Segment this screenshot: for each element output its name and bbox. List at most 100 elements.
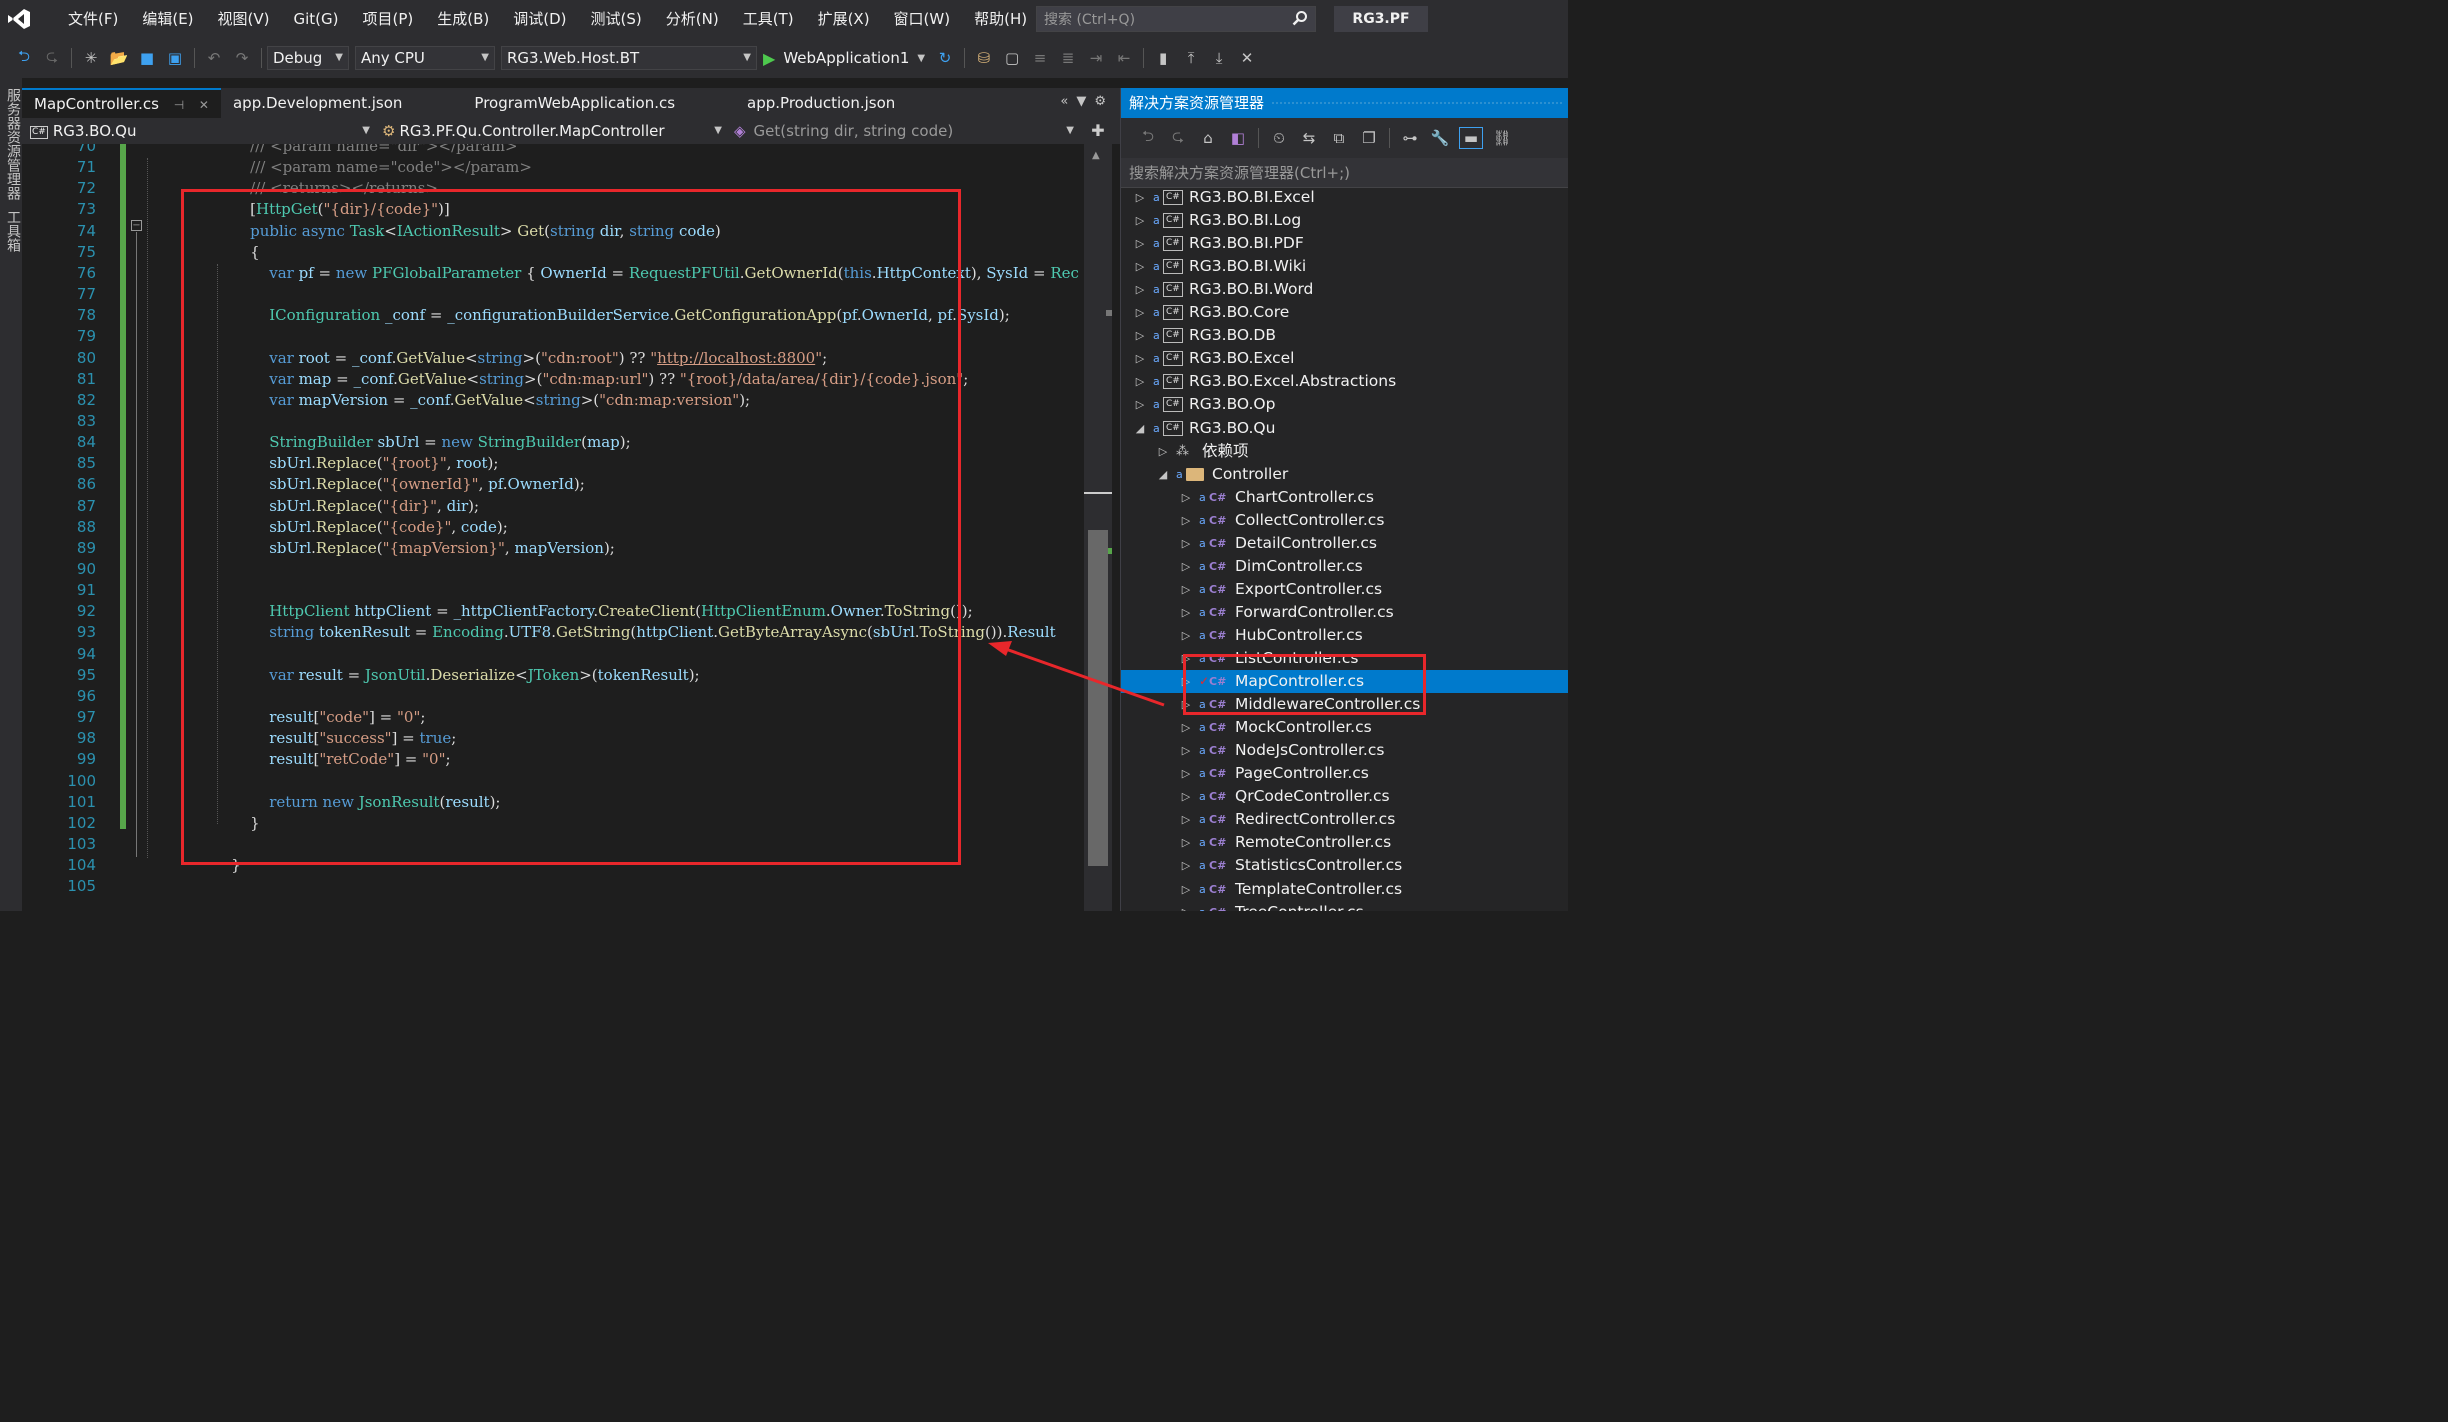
expand-icon[interactable]: ▷ <box>1156 440 1170 463</box>
tree-item-file[interactable]: ▷ a C# ListController.cs <box>1121 647 1568 670</box>
preview-icon[interactable]: ⊶ <box>1399 127 1421 149</box>
settings-icon[interactable]: ⚙ <box>1094 94 1114 109</box>
scrollbar-thumb[interactable] <box>1088 530 1108 866</box>
expand-icon[interactable]: ▷ <box>1133 301 1147 324</box>
collapse-all-icon[interactable]: ⧉ <box>1328 127 1350 149</box>
solution-explorer-search-input[interactable]: 搜索解决方案资源管理器(Ctrl+;) <box>1121 158 1568 188</box>
switch-views-icon[interactable]: ◧ <box>1227 127 1249 149</box>
expand-icon[interactable]: ▷ <box>1133 393 1147 416</box>
tree-item-file[interactable]: ▷ a C# StatisticsController.cs <box>1121 854 1568 877</box>
tab-app-production[interactable]: app.Production.json <box>735 88 907 118</box>
tree-item-dependencies[interactable]: ▷ ⁂ 依赖项 <box>1121 440 1568 463</box>
tree-item-file[interactable]: ▷ a C# DetailController.cs <box>1121 532 1568 555</box>
tree-item-project[interactable]: ▷ a C# RG3.BO.BI.Excel <box>1121 186 1568 209</box>
type-dropdown[interactable]: ⚙ RG3.PF.Qu.Controller.MapController ▼ <box>374 120 726 142</box>
open-file-icon[interactable]: 📂 <box>108 47 130 69</box>
expand-icon[interactable]: ▷ <box>1179 762 1193 785</box>
expand-icon[interactable]: ▷ <box>1133 186 1147 209</box>
tree-item-file[interactable]: ▷ a C# DimController.cs <box>1121 555 1568 578</box>
tree-item-file[interactable]: ▷ a C# NodeJsController.cs <box>1121 739 1568 762</box>
tree-item-file[interactable]: ▷ a C# MiddlewareController.cs <box>1121 693 1568 716</box>
visual-studio-logo-icon[interactable] <box>0 0 38 38</box>
tree-item-file[interactable]: ▷ a C# HubController.cs <box>1121 624 1568 647</box>
tree-item-project[interactable]: ▷ a C# RG3.BO.Op <box>1121 393 1568 416</box>
expand-icon[interactable]: ▷ <box>1179 785 1193 808</box>
quick-search-input[interactable]: 搜索 (Ctrl+Q) <box>1036 6 1316 32</box>
undo-icon[interactable]: ↶ <box>203 47 225 69</box>
tree-item-file[interactable]: ▷ a C# RemoteController.cs <box>1121 831 1568 854</box>
configuration-dropdown[interactable]: Debug ▼ <box>267 46 349 70</box>
pin-icon[interactable]: ⊣ <box>174 98 184 112</box>
tree-item-project[interactable]: ▷ a C# RG3.BO.Excel <box>1121 347 1568 370</box>
tree-item-file[interactable]: ▷ aC# TreeController.cs <box>1121 901 1568 911</box>
expand-icon[interactable]: ▷ <box>1179 901 1193 911</box>
menu-item[interactable]: 帮助(H) <box>962 0 1039 38</box>
expanded-icon[interactable]: ◢ <box>1156 463 1170 486</box>
comment-icon[interactable]: ≡ <box>1029 47 1051 69</box>
tree-item-file[interactable]: ▷ a C# ChartController.cs <box>1121 486 1568 509</box>
expand-icon[interactable]: ▷ <box>1133 324 1147 347</box>
expand-icon[interactable]: ▷ <box>1179 831 1193 854</box>
new-project-icon[interactable]: ✳ <box>80 47 102 69</box>
properties-icon[interactable]: 🔧 <box>1429 127 1451 149</box>
tree-item-file[interactable]: ▷ a C# TemplateController.cs <box>1121 878 1568 901</box>
menu-item[interactable]: 项目(P) <box>351 0 426 38</box>
expand-icon[interactable]: ▷ <box>1179 486 1193 509</box>
expand-icon[interactable]: ▷ <box>1179 624 1193 647</box>
expanded-icon[interactable]: ◢ <box>1133 417 1147 440</box>
platform-dropdown[interactable]: Any CPU ▼ <box>355 46 495 70</box>
save-icon[interactable]: ■ <box>136 47 158 69</box>
tree-item-file[interactable]: ▷ a C# ForwardController.cs <box>1121 601 1568 624</box>
menu-item[interactable]: 测试(S) <box>579 0 654 38</box>
tree-item-file[interactable]: ▷ a C# QrCodeController.cs <box>1121 785 1568 808</box>
home-icon[interactable]: ⌂ <box>1197 127 1219 149</box>
tree-item-project[interactable]: ▷ a C# RG3.BO.Core <box>1121 301 1568 324</box>
expand-icon[interactable]: ▷ <box>1179 716 1193 739</box>
menu-item[interactable]: 生成(B) <box>425 0 501 38</box>
menu-item[interactable]: 编辑(E) <box>130 0 205 38</box>
expand-icon[interactable]: ▷ <box>1179 854 1193 877</box>
previous-bookmark-icon[interactable]: ⤒ <box>1180 47 1202 69</box>
code-token[interactable]: http://localhost:8800 <box>657 349 815 367</box>
menu-item[interactable]: 工具(T) <box>731 0 806 38</box>
solution-name-badge[interactable]: RG3.PF <box>1334 6 1428 32</box>
forward-icon[interactable]: ⮎ <box>1167 127 1189 149</box>
expand-icon[interactable]: ▷ <box>1179 555 1193 578</box>
browser-link-icon[interactable]: ⛁ <box>973 47 995 69</box>
outdent-icon[interactable]: ⇤ <box>1113 47 1135 69</box>
tree-item-file[interactable]: ▷ ✓ C# MapController.cs <box>1121 670 1568 694</box>
navigate-forward-icon[interactable]: ⮎ <box>41 47 63 69</box>
sync-icon[interactable]: ⇆ <box>1298 127 1320 149</box>
bookmark-icon[interactable]: ▮ <box>1152 47 1174 69</box>
tree-item-folder[interactable]: ◢ a Controller <box>1121 463 1568 486</box>
menu-item[interactable]: 调试(D) <box>501 0 578 38</box>
expand-icon[interactable]: ▷ <box>1179 601 1193 624</box>
tab-app-development[interactable]: app.Development.json <box>221 88 462 118</box>
expand-icon[interactable]: ▷ <box>1133 209 1147 232</box>
tree-item-project[interactable]: ▷ a C# RG3.BO.BI.Word <box>1121 278 1568 301</box>
uncomment-icon[interactable]: ≣ <box>1057 47 1079 69</box>
expand-icon[interactable]: ▷ <box>1179 578 1193 601</box>
expand-icon[interactable]: ▷ <box>1179 670 1193 693</box>
tree-item-file[interactable]: ▷ a C# RedirectController.cs <box>1121 808 1568 831</box>
expand-icon[interactable]: ▷ <box>1133 232 1147 255</box>
show-all-files-icon[interactable]: ❐ <box>1358 127 1380 149</box>
menu-item[interactable]: Git(G) <box>282 0 351 38</box>
screenshot-icon[interactable]: ▢ <box>1001 47 1023 69</box>
pending-changes-icon[interactable]: ⏲ <box>1268 127 1290 149</box>
indent-icon[interactable]: ⇥ <box>1085 47 1107 69</box>
menu-item[interactable]: 视图(V) <box>206 0 282 38</box>
navigate-back-icon[interactable]: ⮌ <box>13 47 35 69</box>
scroll-tabs-icon[interactable]: « <box>1060 94 1076 109</box>
refresh-icon[interactable]: ↻ <box>934 47 956 69</box>
menu-item[interactable]: 窗口(W) <box>882 0 963 38</box>
tree-item-project[interactable]: ▷ a C# RG3.BO.Excel.Abstractions <box>1121 370 1568 393</box>
expand-icon[interactable]: ▷ <box>1179 739 1193 762</box>
tab-mapcontroller[interactable]: MapController.cs ⊣ ✕ <box>22 88 221 118</box>
expand-icon[interactable]: ▷ <box>1179 878 1193 901</box>
back-icon[interactable]: ⮌ <box>1137 127 1159 149</box>
expand-icon[interactable]: ▷ <box>1179 693 1193 716</box>
menu-item[interactable]: 文件(F) <box>56 0 130 38</box>
tree-item-project[interactable]: ▷ a C# RG3.BO.BI.Log <box>1121 209 1568 232</box>
class-view-icon[interactable]: ⛓ <box>1491 127 1513 149</box>
